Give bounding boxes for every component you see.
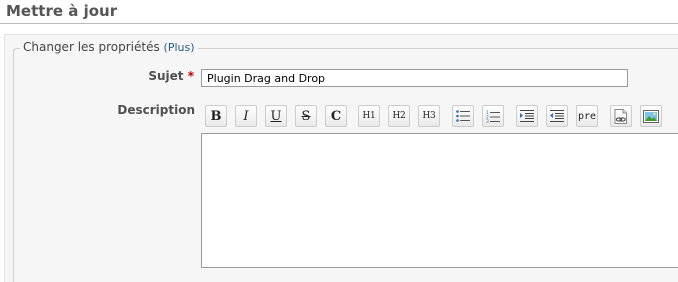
fieldset-legend: Changer les propriétés (Plus) <box>20 40 198 54</box>
image-icon <box>643 109 659 123</box>
image-button[interactable] <box>640 105 662 127</box>
more-link[interactable]: (Plus) <box>164 41 195 54</box>
required-marker: * <box>187 69 194 83</box>
indent-icon <box>520 110 534 122</box>
fieldset-legend-label: Changer les propriétés <box>23 40 160 54</box>
ordered-list-button[interactable]: 1 2 3 <box>482 105 504 127</box>
unordered-list-button[interactable] <box>452 105 474 127</box>
numbered-list-icon: 1 2 3 <box>486 110 500 123</box>
subject-label-text: Sujet <box>148 69 184 83</box>
bold-button[interactable]: B <box>205 105 227 127</box>
heading2-button[interactable]: H2 <box>388 105 410 127</box>
page-title: Mettre à jour <box>6 2 118 20</box>
inline-code-button[interactable]: C <box>325 105 347 127</box>
heading3-button[interactable]: H3 <box>418 105 440 127</box>
svg-text:3: 3 <box>486 119 489 123</box>
description-textarea[interactable] <box>201 133 678 268</box>
subject-label: Sujet * <box>148 69 194 83</box>
link-page-icon <box>614 108 628 124</box>
description-label: Description <box>117 103 195 117</box>
indent-button[interactable] <box>516 105 538 127</box>
outdent-button[interactable] <box>546 105 568 127</box>
italic-button[interactable]: I <box>235 105 257 127</box>
bullet-list-icon <box>456 110 470 122</box>
preformatted-button[interactable]: pre <box>576 105 598 127</box>
title-divider <box>0 23 678 24</box>
strikethrough-button[interactable]: S <box>295 105 317 127</box>
heading1-button[interactable]: H1 <box>358 105 380 127</box>
underline-button[interactable]: U <box>265 105 287 127</box>
link-page-button[interactable] <box>610 105 632 127</box>
outdent-icon <box>550 110 564 122</box>
subject-input[interactable] <box>201 69 628 87</box>
